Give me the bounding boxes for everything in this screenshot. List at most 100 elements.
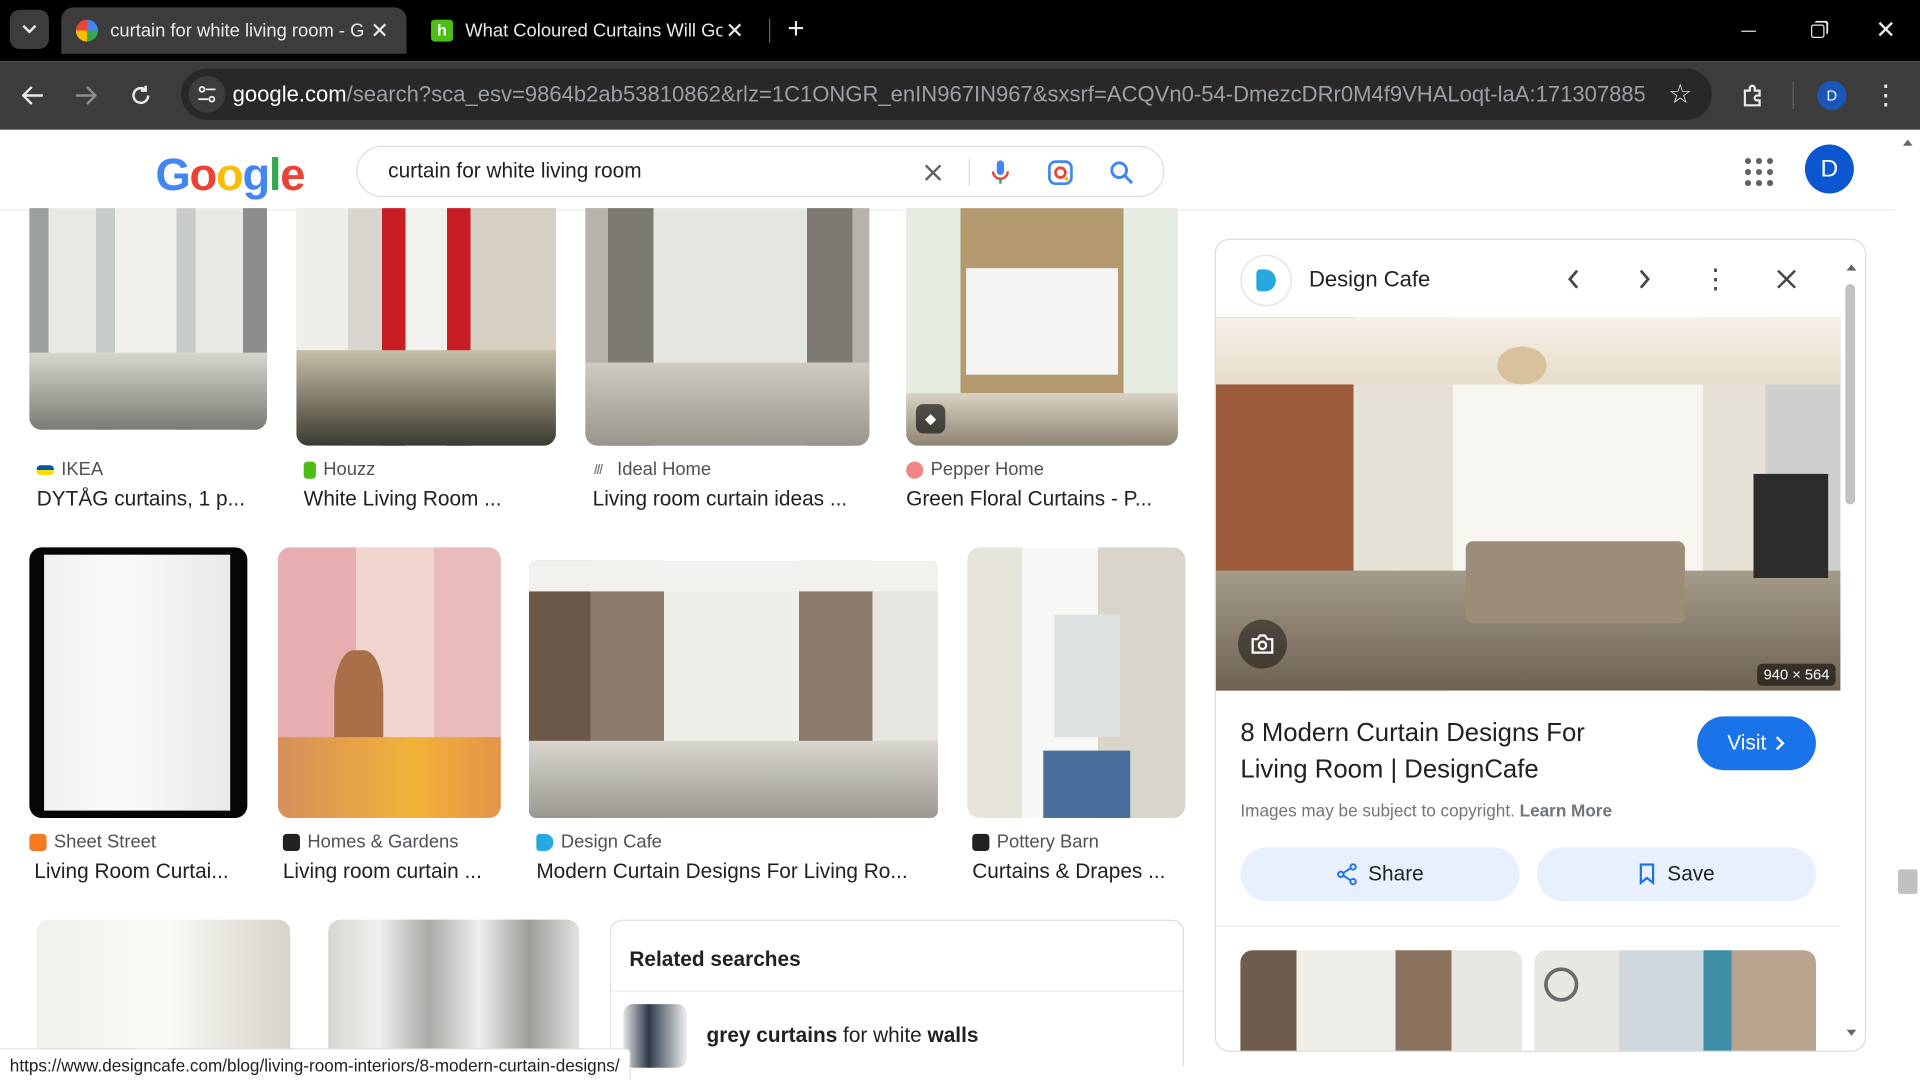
result-source: Sheet Street [29, 831, 156, 852]
next-image-button[interactable] [1625, 260, 1664, 299]
related-image-thumbnail[interactable] [1240, 950, 1523, 1051]
url-path: /search?sca_esv=9864b2ab53810862&rlz=1C1… [346, 81, 1645, 106]
related-image-thumbnail[interactable] [1534, 950, 1816, 1051]
result-thumbnail[interactable] [296, 208, 556, 446]
panel-divider [1215, 925, 1841, 927]
tag-icon: ◆ [915, 404, 946, 434]
houzz-favicon-icon: h [431, 19, 454, 42]
tab-title: What Coloured Curtains Will Go [465, 20, 723, 42]
tab-active[interactable]: curtain for white living room - G ✕ [61, 7, 407, 54]
result-thumbnail[interactable] [967, 547, 1186, 818]
result-thumbnail[interactable] [277, 547, 501, 818]
minimize-button[interactable] [1724, 12, 1773, 49]
google-header: Google D [0, 129, 1896, 211]
image-result[interactable]: Ⅲ Ideal Home Living room curtain ideas ..… [585, 208, 870, 514]
share-icon [1337, 863, 1358, 886]
image-result[interactable]: IKEA DYTÅG curtains, 1 p... [29, 208, 267, 514]
panel-source-logo[interactable] [1240, 254, 1292, 307]
result-title: Green Floral Curtains - P... [906, 487, 1153, 511]
search-input[interactable] [388, 159, 903, 184]
result-title: Living Room Curtai... [34, 859, 229, 883]
image-result[interactable]: Design Cafe Modern Curtain Designs For L… [528, 547, 938, 890]
homes-gardens-logo-icon [282, 833, 301, 851]
address-bar[interactable]: google.com /search?sca_esv=9864b2ab53810… [181, 68, 1712, 121]
design-cafe-logo-icon [536, 833, 554, 851]
more-options-button[interactable]: ⋮ [1696, 260, 1735, 299]
learn-more-link[interactable]: Learn More [1520, 801, 1612, 821]
forward-button[interactable] [61, 61, 110, 130]
ikea-logo-icon [36, 464, 54, 475]
sheet-street-logo-icon [29, 833, 47, 851]
save-button[interactable]: Save [1536, 847, 1816, 902]
image-result[interactable]: Pottery Barn Curtains & Drapes ... [967, 547, 1186, 890]
tab-search-button[interactable] [9, 9, 49, 49]
lens-search-button[interactable] [1036, 147, 1085, 198]
tab-inactive[interactable]: h What Coloured Curtains Will Go ✕ [416, 7, 761, 54]
extensions-button[interactable] [1729, 61, 1778, 130]
puzzle-icon [1743, 84, 1761, 107]
share-label: Share [1368, 862, 1424, 886]
profile-button[interactable]: D [1807, 61, 1856, 130]
close-panel-button[interactable] [1767, 260, 1806, 299]
image-result[interactable] [36, 919, 291, 1055]
share-button[interactable]: Share [1240, 847, 1520, 902]
panel-title[interactable]: 8 Modern Curtain Designs For Living Room… [1240, 715, 1644, 788]
copyright-notice: Images may be subject to copyright. Lear… [1240, 800, 1613, 821]
restore-button[interactable] [1793, 12, 1842, 49]
result-thumbnail[interactable] [29, 208, 267, 430]
result-thumbnail[interactable] [585, 208, 870, 446]
image-result[interactable] [328, 919, 580, 1055]
image-result[interactable]: Houzz White Living Room ... [296, 208, 556, 514]
visit-button[interactable]: Visit [1697, 716, 1816, 771]
tab-divider [768, 18, 771, 43]
panel-scrollbar[interactable] [1843, 264, 1858, 1048]
ideal-home-logo-icon: Ⅲ [592, 461, 610, 479]
search-button[interactable] [1097, 147, 1146, 198]
result-thumbnail[interactable] [36, 919, 291, 1055]
search-icon [1110, 161, 1134, 185]
close-tab-icon[interactable]: ✕ [722, 18, 746, 44]
voice-search-button[interactable] [976, 147, 1025, 198]
image-result[interactable]: ◆ Pepper Home Green Floral Curtains - P.… [906, 208, 1178, 514]
image-result[interactable]: Sheet Street Living Room Curtai... [29, 547, 248, 890]
result-source: IKEA [36, 459, 103, 480]
more-vert-icon: ⋮ [1702, 263, 1729, 294]
clear-search-button[interactable] [909, 147, 958, 198]
result-thumbnail[interactable] [528, 560, 938, 818]
related-search-text: grey curtains for white walls [706, 1023, 979, 1047]
page-scrollbar[interactable] [1895, 129, 1920, 1080]
panel-source-name[interactable]: Design Cafe [1309, 267, 1430, 293]
back-button[interactable] [9, 61, 58, 130]
search-box [356, 145, 1165, 198]
browser-menu-button[interactable]: ⋮ [1861, 61, 1910, 130]
result-thumbnail[interactable] [906, 208, 1178, 446]
pepper-home-logo-icon [906, 461, 924, 479]
preview-image[interactable]: 940 × 564 [1215, 317, 1841, 691]
panel-scrollbar-thumb[interactable] [1845, 284, 1856, 505]
previous-image-button[interactable] [1554, 260, 1593, 299]
bookmark-star-icon[interactable]: ☆ [1668, 78, 1692, 110]
google-favicon-icon [75, 19, 98, 42]
image-result[interactable]: Homes & Gardens Living room curtain ... [277, 547, 501, 890]
close-window-button[interactable]: ✕ [1861, 12, 1910, 49]
google-logo[interactable]: Google [156, 149, 306, 200]
reload-button[interactable] [116, 61, 165, 130]
more-vert-icon: ⋮ [1872, 79, 1900, 111]
result-thumbnail[interactable] [328, 919, 580, 1055]
pottery-barn-logo-icon [972, 833, 990, 851]
account-avatar[interactable]: D [1804, 144, 1854, 194]
result-title: Curtains & Drapes ... [972, 859, 1166, 883]
site-settings-icon[interactable] [188, 75, 226, 113]
related-divider [611, 990, 1183, 992]
status-url-bar: https://www.designcafe.com/blog/living-r… [0, 1048, 631, 1080]
new-tab-button[interactable]: + [779, 12, 813, 46]
result-source: Homes & Gardens [282, 831, 458, 852]
apps-button[interactable] [1736, 149, 1778, 191]
clear-icon [924, 164, 942, 181]
lens-icon[interactable] [1237, 619, 1287, 669]
related-search-item[interactable]: grey curtains for white walls [623, 1004, 1174, 1068]
tab-strip: curtain for white living room - G ✕ h Wh… [0, 0, 1920, 62]
result-thumbnail[interactable] [29, 547, 248, 818]
page-scrollbar-thumb[interactable] [1897, 869, 1918, 894]
close-tab-icon[interactable]: ✕ [367, 18, 391, 44]
